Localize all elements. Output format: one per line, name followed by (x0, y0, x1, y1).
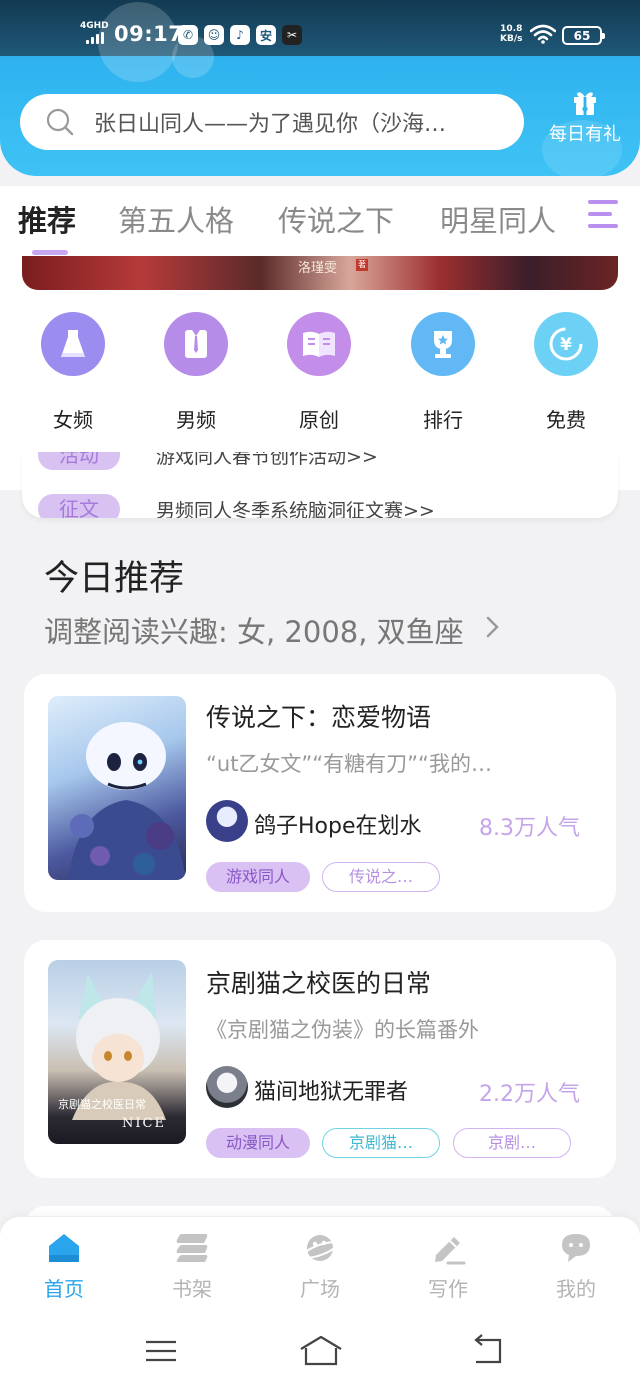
book-author: 猫间地狱无罪者 (254, 1080, 409, 1105)
category-original[interactable]: 原创 (274, 312, 364, 433)
book-icon (287, 312, 351, 376)
daily-gift-label: 每日有礼 (549, 124, 621, 145)
book-card[interactable]: 京剧猫之校医日常 NICE 京剧猫之校医的日常 《京剧猫之伪装》的长篇番外 猫间… (24, 940, 616, 1178)
tab-celebrity[interactable]: 明星同人 (440, 198, 556, 240)
search-bar[interactable]: 张日山同人——为了遇见你（沙海… (20, 94, 524, 150)
qq-icon: ☺ (204, 25, 224, 45)
avatar (206, 1066, 248, 1108)
tab-identity-v[interactable]: 第五人格 (118, 198, 234, 240)
svg-text:¥: ¥ (560, 335, 572, 355)
nav-write[interactable]: 写作 (408, 1231, 488, 1302)
tab-active-indicator (32, 250, 68, 255)
search-placeholder: 张日山同人——为了遇见你（沙海… (94, 112, 447, 137)
home-icon (49, 1234, 79, 1262)
category-label: 男频 (176, 408, 216, 432)
book-author: 鸽子Hope在划水 (254, 814, 422, 839)
nav-plaza[interactable]: 广场 (280, 1231, 360, 1302)
book-card[interactable]: 传说之下：恋爱物语 “ut乙女文”“有糖有刀”“我的… 鸽子Hope在划水 8.… (24, 674, 616, 912)
wifi-icon (530, 24, 556, 44)
book-cover: 京剧猫之校医日常 NICE (48, 960, 186, 1144)
system-nav-bar (0, 1312, 640, 1387)
header: 4GHD 09:17 ✆ ☺ ♪ 安 ✂ 10.8 KB/s 65 张日山同人—… (0, 0, 640, 176)
book-tag[interactable]: 京剧… (453, 1128, 571, 1158)
planet-icon (302, 1235, 338, 1261)
nav-label: 首页 (44, 1277, 84, 1301)
category-tabs: 推荐 第五人格 传说之下 明星同人 影 (0, 186, 640, 246)
category-label: 免费 (546, 408, 586, 432)
book-title: 京剧猫之校医的日常 (206, 969, 432, 998)
net-speed: 10.8 KB/s (500, 24, 522, 44)
nav-mine[interactable]: 我的 (536, 1231, 616, 1302)
trophy-icon (411, 312, 475, 376)
search-icon (46, 108, 74, 136)
notice-text: 游戏同人春节创作活动>> (156, 452, 378, 468)
net-speed-value: 10.8 (500, 24, 523, 34)
category-label: 原创 (299, 408, 339, 432)
category-label: 排行 (423, 408, 463, 432)
battery-icon: 65 (562, 26, 605, 45)
home-button-icon[interactable] (298, 1334, 344, 1368)
nav-home[interactable]: 首页 (24, 1231, 104, 1302)
chat-bubble-icon (562, 1234, 590, 1262)
music-icon: ♪ (230, 25, 250, 45)
category-male[interactable]: 男频 (151, 312, 241, 433)
yuan-icon: ¥ (534, 312, 598, 376)
book-tag[interactable]: 游戏同人 (206, 862, 310, 892)
notice-tag: 活动 (38, 452, 120, 470)
dress-icon (41, 312, 105, 376)
section-title: 今日推荐 (44, 559, 185, 599)
cover-title: 京剧猫之校医日常 (58, 1098, 146, 1111)
book-popularity: 2.2万人气 (479, 1082, 580, 1107)
banner-author: 洛瑾雯 (298, 261, 338, 276)
banner-stamp: 著 (356, 259, 368, 271)
nav-label: 写作 (428, 1277, 468, 1301)
book-title: 传说之下：恋爱物语 (206, 703, 432, 732)
clock: 09:17 (114, 22, 184, 46)
book-tag[interactable]: 传说之… (322, 862, 440, 892)
wechat-icon: ✆ (178, 25, 198, 45)
book-tag[interactable]: 动漫同人 (206, 1128, 310, 1158)
book-tag[interactable]: 京剧猫… (322, 1128, 440, 1158)
banner-image[interactable]: 洛瑾雯 著 (22, 256, 618, 290)
notice-item[interactable]: 征文 男频同人冬季系统脑洞征文赛>> (38, 494, 435, 518)
notice-card: 活动 游戏同人春节创作活动>> 征文 男频同人冬季系统脑洞征文赛>> (22, 452, 618, 518)
status-bar: 4GHD 09:17 ✆ ☺ ♪ 安 ✂ 10.8 KB/s 65 (0, 0, 640, 82)
category-label: 女频 (53, 408, 93, 432)
bookshelf-icon (176, 1234, 208, 1262)
tab-recommend[interactable]: 推荐 (18, 198, 76, 240)
notification-icons: ✆ ☺ ♪ 安 ✂ (178, 25, 302, 45)
reading-interest-link[interactable]: 调整阅读兴趣: 女, 2008, 双鱼座 (44, 609, 464, 651)
bottom-nav: 首页 书架 广场 写作 我的 (0, 1216, 640, 1312)
notice-tag: 征文 (38, 494, 120, 518)
signal-icon (86, 32, 106, 44)
pen-icon (435, 1237, 466, 1265)
category-free[interactable]: ¥ 免费 (521, 312, 611, 433)
nav-label: 书架 (172, 1277, 212, 1301)
back-icon[interactable] (468, 1334, 508, 1368)
cover-subtitle: NICE (122, 1116, 166, 1131)
chevron-right-icon (486, 616, 499, 638)
an-icon: 安 (256, 25, 276, 45)
avatar (206, 800, 248, 842)
nav-label: 我的 (556, 1277, 596, 1301)
daily-gift-button[interactable]: 每日有礼 (540, 88, 630, 158)
category-female[interactable]: 女频 (28, 312, 118, 433)
tab-undertale[interactable]: 传说之下 (278, 198, 394, 240)
notice-text: 男频同人冬季系统脑洞征文赛>> (156, 499, 435, 519)
net-speed-unit: KB/s (500, 34, 523, 44)
book-popularity: 8.3万人气 (479, 816, 580, 841)
book-cover (48, 696, 186, 880)
book-desc: 《京剧猫之伪装》的长篇番外 (206, 1018, 479, 1042)
notice-item[interactable]: 活动 游戏同人春节创作活动>> (38, 452, 378, 470)
gift-icon (574, 92, 596, 115)
nav-bookshelf[interactable]: 书架 (152, 1231, 232, 1302)
menu-icon[interactable] (142, 1334, 182, 1368)
capcut-icon: ✂ (282, 25, 302, 45)
book-desc: “ut乙女文”“有糖有刀”“我的… (206, 752, 492, 776)
network-type: 4GHD (80, 21, 109, 31)
nav-label: 广场 (300, 1277, 340, 1301)
shirt-icon (164, 312, 228, 376)
tab-menu-icon[interactable] (586, 194, 626, 234)
category-ranking[interactable]: 排行 (398, 312, 488, 433)
